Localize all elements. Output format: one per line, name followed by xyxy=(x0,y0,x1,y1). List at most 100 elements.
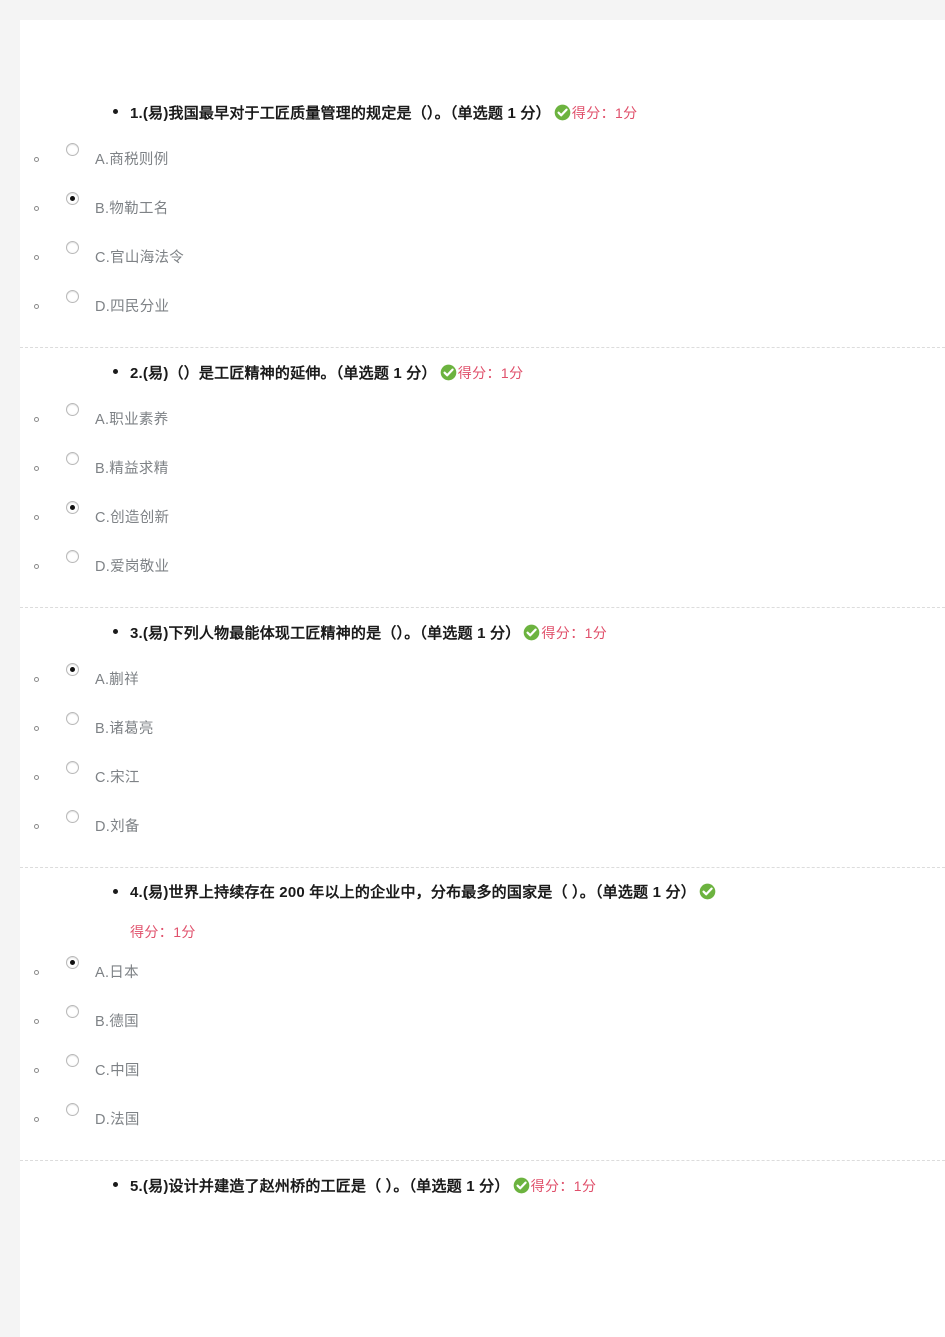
question-body: 3.(易)下列人物最能体现工匠精神的是（）。（单选题 1 分） 得分：1分 xyxy=(130,618,845,649)
question-body: 4.(易)世界上持续存在 200 年以上的企业中，分布最多的国家是（ ）。（单选… xyxy=(130,878,845,942)
score-label: 得分：1分 xyxy=(130,924,196,940)
disc-bullet-icon xyxy=(112,618,130,634)
option-row[interactable]: C.官山海法令 xyxy=(20,233,945,282)
option-row[interactable]: D.刘备 xyxy=(20,802,945,851)
question-text: 2.(易)（）是工匠精神的延伸。（单选题 1 分） 得分：1分 xyxy=(130,358,845,389)
option-radio[interactable] xyxy=(66,956,79,969)
score-label: 得分：1分 xyxy=(571,105,638,121)
option-list: A.蒯祥 B.诸葛亮 C.宋江 D.刘备 xyxy=(20,649,945,857)
option-label[interactable]: A.日本 xyxy=(95,948,139,988)
circle-bullet-icon xyxy=(34,395,66,422)
option-radio[interactable] xyxy=(66,192,79,205)
circle-bullet-icon xyxy=(34,542,66,569)
option-label[interactable]: D.刘备 xyxy=(95,802,140,842)
check-circle-icon xyxy=(523,624,540,641)
option-radio[interactable] xyxy=(66,1103,79,1116)
option-label[interactable]: B.精益求精 xyxy=(95,444,169,484)
circle-bullet-icon xyxy=(34,753,66,780)
option-list: A.商税则例 B.物勒工名 C.官山海法令 D.四民分业 xyxy=(20,129,945,337)
question-difficulty: (易) xyxy=(142,365,169,382)
circle-bullet-icon xyxy=(34,493,66,520)
option-row[interactable]: A.蒯祥 xyxy=(20,655,945,704)
question-difficulty: (易) xyxy=(142,1178,169,1195)
option-label[interactable]: D.爱岗敬业 xyxy=(95,542,169,582)
option-radio[interactable] xyxy=(66,241,79,254)
question-text: 4.(易)世界上持续存在 200 年以上的企业中，分布最多的国家是（ ）。（单选… xyxy=(130,878,845,908)
option-row[interactable]: B.物勒工名 xyxy=(20,184,945,233)
question-number: 1. xyxy=(130,105,143,122)
option-label[interactable]: B.诸葛亮 xyxy=(95,704,154,744)
check-circle-icon xyxy=(554,104,571,121)
option-label[interactable]: B.德国 xyxy=(95,997,139,1037)
option-label[interactable]: C.中国 xyxy=(95,1046,140,1086)
option-row[interactable]: A.日本 xyxy=(20,948,945,997)
circle-bullet-icon xyxy=(34,444,66,471)
option-radio[interactable] xyxy=(66,761,79,774)
option-radio[interactable] xyxy=(66,810,79,823)
question-stem: 世界上持续存在 200 年以上的企业中，分布最多的国家是（ ）。（单选题 1 分… xyxy=(168,884,696,901)
score-label: 得分：1分 xyxy=(530,1178,597,1194)
disc-bullet-icon xyxy=(112,98,130,114)
circle-bullet-icon xyxy=(34,184,66,211)
option-radio[interactable] xyxy=(66,403,79,416)
option-row[interactable]: D.爱岗敬业 xyxy=(20,542,945,591)
question-row: 1.(易)我国最早对于工匠质量管理的规定是（）。（单选题 1 分） 得分：1分 xyxy=(20,98,945,129)
option-radio[interactable] xyxy=(66,290,79,303)
question-block: 2.(易)（）是工匠精神的延伸。（单选题 1 分） 得分：1分 A.职业素养 B.精益… xyxy=(20,347,945,597)
option-label[interactable]: A.职业素养 xyxy=(95,395,169,435)
question-text: 1.(易)我国最早对于工匠质量管理的规定是（）。（单选题 1 分） 得分：1分 xyxy=(130,98,845,129)
question-list: 1.(易)我国最早对于工匠质量管理的规定是（）。（单选题 1 分） 得分：1分 A.… xyxy=(20,20,945,1202)
option-row[interactable]: B.德国 xyxy=(20,997,945,1046)
circle-bullet-icon xyxy=(34,948,66,975)
option-label[interactable]: A.商税则例 xyxy=(95,135,169,175)
option-label[interactable]: A.蒯祥 xyxy=(95,655,139,695)
circle-bullet-icon xyxy=(34,233,66,260)
option-row[interactable]: A.商税则例 xyxy=(20,135,945,184)
circle-bullet-icon xyxy=(34,704,66,731)
question-number: 5. xyxy=(130,1178,143,1195)
check-circle-icon xyxy=(513,1177,530,1194)
question-difficulty: (易) xyxy=(142,625,169,642)
option-label[interactable]: C.官山海法令 xyxy=(95,233,184,273)
option-radio[interactable] xyxy=(66,452,79,465)
option-radio[interactable] xyxy=(66,663,79,676)
option-radio[interactable] xyxy=(66,1054,79,1067)
circle-bullet-icon xyxy=(34,282,66,309)
check-circle-icon xyxy=(440,364,457,381)
question-stem: 设计并建造了赵州桥的工匠是（ ）。（单选题 1 分） xyxy=(168,1178,510,1195)
option-list: A.职业素养 B.精益求精 C.创造创新 D.爱岗敬业 xyxy=(20,389,945,597)
score-label: 得分：1分 xyxy=(457,365,524,381)
question-row: 2.(易)（）是工匠精神的延伸。（单选题 1 分） 得分：1分 xyxy=(20,358,945,389)
option-label[interactable]: C.宋江 xyxy=(95,753,140,793)
option-label[interactable]: D.四民分业 xyxy=(95,282,169,322)
option-row[interactable]: B.精益求精 xyxy=(20,444,945,493)
option-radio[interactable] xyxy=(66,550,79,563)
question-number: 3. xyxy=(130,625,143,642)
question-number: 4. xyxy=(130,884,143,901)
question-block: 4.(易)世界上持续存在 200 年以上的企业中，分布最多的国家是（ ）。（单选… xyxy=(20,867,945,1150)
circle-bullet-icon xyxy=(34,997,66,1024)
option-label[interactable]: B.物勒工名 xyxy=(95,184,169,224)
circle-bullet-icon xyxy=(34,802,66,829)
question-row: 3.(易)下列人物最能体现工匠精神的是（）。（单选题 1 分） 得分：1分 xyxy=(20,618,945,649)
option-row[interactable]: D.法国 xyxy=(20,1095,945,1144)
option-row[interactable]: C.宋江 xyxy=(20,753,945,802)
option-label[interactable]: D.法国 xyxy=(95,1095,140,1135)
check-circle-icon xyxy=(699,883,716,900)
option-row[interactable]: C.创造创新 xyxy=(20,493,945,542)
option-radio[interactable] xyxy=(66,501,79,514)
exam-result-page: 1.(易)我国最早对于工匠质量管理的规定是（）。（单选题 1 分） 得分：1分 A.… xyxy=(20,20,945,1337)
option-label[interactable]: C.创造创新 xyxy=(95,493,169,533)
option-row[interactable]: D.四民分业 xyxy=(20,282,945,331)
question-difficulty: (易) xyxy=(142,105,169,122)
option-row[interactable]: B.诸葛亮 xyxy=(20,704,945,753)
option-radio[interactable] xyxy=(66,712,79,725)
option-row[interactable]: C.中国 xyxy=(20,1046,945,1095)
option-radio[interactable] xyxy=(66,1005,79,1018)
disc-bullet-icon xyxy=(112,1171,130,1187)
question-row: 5.(易)设计并建造了赵州桥的工匠是（ ）。（单选题 1 分） 得分：1分 xyxy=(20,1171,945,1202)
option-radio[interactable] xyxy=(66,143,79,156)
option-row[interactable]: A.职业素养 xyxy=(20,395,945,444)
question-stem: 下列人物最能体现工匠精神的是（）。（单选题 1 分） xyxy=(168,625,521,642)
question-body: 1.(易)我国最早对于工匠质量管理的规定是（）。（单选题 1 分） 得分：1分 xyxy=(130,98,845,129)
